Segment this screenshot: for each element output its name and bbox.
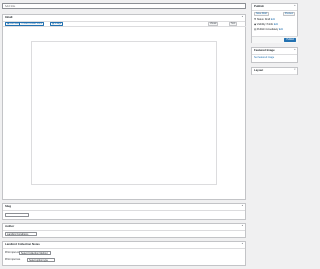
author-heading: Author — [5, 224, 15, 229]
publish-collapse-icon[interactable]: ▴ — [294, 4, 295, 8]
slug-header: Slug ▴ — [3, 204, 245, 211]
author-select[interactable]: Landlord Conditions — [5, 232, 37, 236]
condition-value-2: Select option type — [29, 258, 49, 262]
publish-box: Publish ▴ Save Draft Preview ⚑ Status: D… — [251, 3, 298, 43]
featured-image-heading: Featured Image — [254, 48, 275, 53]
author-header: Author ▴ — [3, 224, 245, 231]
save-draft-button[interactable]: Save Draft — [254, 12, 269, 16]
condition-label-2: Print input two — [5, 258, 21, 261]
editor-toolbar: ▣ Add Media ☐ Add Contact Form ▦ Image V… — [3, 21, 246, 27]
featured-image-box: Featured Image ▴ Set featured image — [251, 47, 298, 63]
conditions-header: Landlord Collection Notes ▴ — [3, 242, 245, 249]
edit-status-link[interactable]: Edit — [271, 18, 275, 21]
layout-header: Layout ▾ — [252, 68, 297, 75]
condition-select-1[interactable]: Select Collection Method — [19, 251, 51, 255]
editor-box: Inhalt ▴ ▣ Add Media ☐ Add Contact Form … — [2, 14, 246, 200]
editor-heading: Inhalt — [5, 15, 13, 20]
collapse-icon[interactable]: ▴ — [242, 15, 243, 19]
image-button[interactable]: ▦ Image — [50, 22, 64, 26]
edit-visibility-link[interactable]: Edit — [274, 23, 278, 26]
author-box: Author ▴ Landlord Conditions — [2, 223, 246, 238]
slug-heading: Slug — [5, 204, 12, 209]
conditions-heading: Landlord Collection Notes — [5, 242, 40, 247]
preview-button[interactable]: Preview — [282, 12, 295, 16]
visibility-row: ◉ Visibility: Public Edit — [254, 23, 278, 26]
edit-schedule-link[interactable]: Edit — [279, 28, 283, 31]
slug-box: Slug ▴ — [2, 203, 246, 220]
publish-header: Publish ▴ — [252, 4, 297, 11]
layout-box: Layout ▾ — [251, 67, 298, 75]
title-input[interactable] — [2, 3, 246, 9]
set-featured-image-link[interactable]: Set featured image — [254, 56, 274, 60]
slug-input[interactable] — [5, 213, 29, 217]
publish-heading: Publish — [254, 4, 265, 9]
condition-select-2[interactable]: Select option type — [27, 258, 55, 262]
featured-collapse-icon[interactable]: ▴ — [294, 48, 295, 52]
layout-heading: Layout — [254, 68, 264, 73]
status-row: ⚑ Status: Draft Edit — [254, 18, 275, 21]
author-value: Landlord Conditions — [7, 232, 29, 236]
publish-actions: Publish — [252, 36, 298, 43]
layout-collapse-icon[interactable]: ▾ — [294, 68, 295, 72]
tab-text[interactable]: Text — [229, 22, 238, 26]
editor-content-area[interactable] — [31, 41, 217, 185]
author-collapse-icon[interactable]: ▴ — [242, 224, 243, 228]
featured-image-header: Featured Image ▴ — [252, 48, 297, 55]
schedule-row: ▤ Publish immediately Edit — [254, 28, 283, 31]
publish-button[interactable]: Publish — [284, 38, 296, 43]
slug-collapse-icon[interactable]: ▴ — [242, 204, 243, 208]
conditions-box: Landlord Collection Notes ▴ Print input … — [2, 241, 246, 266]
condition-value-1: Select Collection Method — [21, 251, 48, 255]
tab-visual[interactable]: Visual — [208, 22, 219, 26]
add-form-button[interactable]: ☐ Add Contact Form — [19, 22, 45, 26]
conditions-collapse-icon[interactable]: ▴ — [242, 242, 243, 246]
